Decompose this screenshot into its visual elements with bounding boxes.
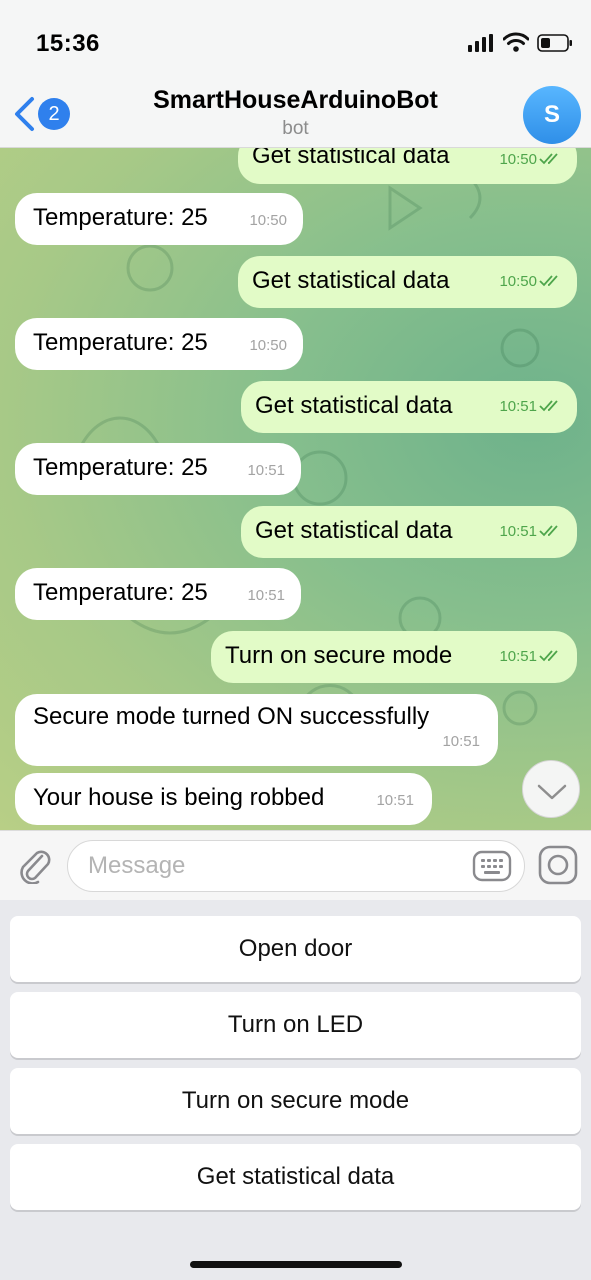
message-text: Turn on secure mode xyxy=(225,642,453,669)
message-outgoing[interactable]: Turn on secure mode 10:51 xyxy=(211,631,577,683)
message-outgoing[interactable]: Get statistical data 10:51 xyxy=(241,381,577,433)
message-text: Your house is being robbed xyxy=(33,784,325,811)
chat-area[interactable]: Get statistical data 10:50 Temperature: … xyxy=(0,148,591,830)
paperclip-icon[interactable] xyxy=(14,844,54,884)
message-time: 10:51 xyxy=(499,518,561,546)
message-input[interactable] xyxy=(67,840,525,892)
double-check-icon xyxy=(539,400,558,412)
message-incoming[interactable]: Your house is being robbed 10:51 xyxy=(15,773,432,825)
wifi-icon xyxy=(503,32,529,52)
camera-icon[interactable] xyxy=(537,844,579,886)
cellular-signal-icon xyxy=(468,34,493,52)
bot-keyboard: Open door Turn on LED Turn on secure mod… xyxy=(0,900,591,1280)
chat-subtitle: bot xyxy=(282,118,309,139)
message-incoming[interactable]: Temperature: 25 10:50 xyxy=(15,318,303,370)
message-incoming[interactable]: Temperature: 25 10:50 xyxy=(15,193,303,245)
double-check-icon xyxy=(539,275,558,287)
message-incoming[interactable]: Temperature: 25 10:51 xyxy=(15,568,301,620)
chevron-left-icon xyxy=(15,97,34,131)
message-time: 10:51 xyxy=(247,587,285,604)
message-outgoing[interactable]: Get statistical data 10:50 xyxy=(238,148,577,184)
message-text: Temperature: 25 xyxy=(33,454,208,481)
keyboard-button-statistics[interactable]: Get statistical data xyxy=(10,1144,581,1210)
battery-icon xyxy=(537,34,572,52)
message-time: 10:51 xyxy=(376,792,414,809)
message-time: 10:50 xyxy=(499,268,561,296)
message-time: 10:51 xyxy=(442,733,480,750)
back-button[interactable]: 2 xyxy=(8,94,70,134)
bot-keyboard-icon[interactable] xyxy=(472,848,512,884)
message-text: Temperature: 25 xyxy=(33,579,208,606)
message-time: 10:51 xyxy=(499,393,561,421)
message-outgoing[interactable]: Get statistical data 10:51 xyxy=(241,506,577,558)
message-time: 10:50 xyxy=(499,148,561,174)
chat-title[interactable]: SmartHouseArduinoBot xyxy=(90,86,501,115)
keyboard-button-secure-mode[interactable]: Turn on secure mode xyxy=(10,1068,581,1134)
message-text: Get statistical data xyxy=(252,267,450,294)
message-text: Secure mode turned ON successfully xyxy=(33,703,430,730)
top-bar: 15:36 2 SmartHouseArduinoBot bot S xyxy=(0,0,591,148)
message-incoming[interactable]: Secure mode turned ON successfully 10:51 xyxy=(15,694,498,766)
message-text: Temperature: 25 xyxy=(33,329,208,356)
message-text: Get statistical data xyxy=(255,392,453,419)
message-time: 10:50 xyxy=(249,337,287,354)
avatar[interactable]: S xyxy=(523,86,581,144)
composer-bar xyxy=(0,830,591,900)
home-indicator[interactable] xyxy=(190,1261,402,1268)
keyboard-button-turn-on-led[interactable]: Turn on LED xyxy=(10,992,581,1058)
message-time: 10:50 xyxy=(249,212,287,229)
scroll-to-bottom-button[interactable] xyxy=(522,760,580,818)
chevron-down-icon xyxy=(537,784,567,800)
message-time: 10:51 xyxy=(247,462,285,479)
message-text: Get statistical data xyxy=(255,517,453,544)
message-incoming[interactable]: Temperature: 25 10:51 xyxy=(15,443,301,495)
status-time: 15:36 xyxy=(36,30,100,57)
unread-count-badge: 2 xyxy=(38,98,70,130)
message-time: 10:51 xyxy=(499,643,561,671)
message-outgoing[interactable]: Get statistical data 10:50 xyxy=(238,256,577,308)
message-text: Get statistical data xyxy=(252,148,450,169)
double-check-icon xyxy=(539,650,558,662)
double-check-icon xyxy=(539,525,558,537)
message-text: Temperature: 25 xyxy=(33,204,208,231)
double-check-icon xyxy=(539,153,558,165)
keyboard-button-open-door[interactable]: Open door xyxy=(10,916,581,982)
